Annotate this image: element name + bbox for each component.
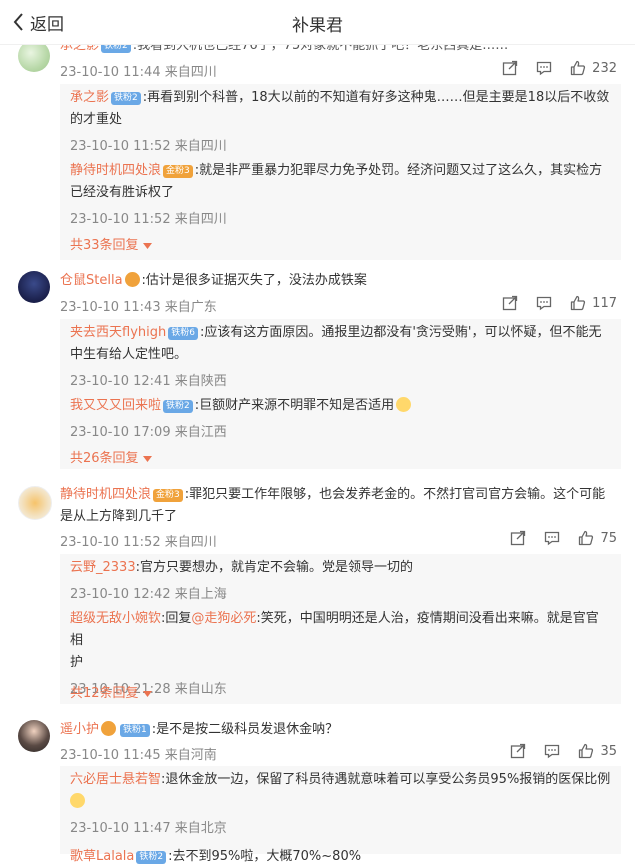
reply-meta: 23-10-10 12:42 来自上海 — [70, 587, 227, 602]
comment-button[interactable] — [544, 743, 560, 759]
reply-username[interactable]: 我又又又回来啦 — [70, 398, 161, 413]
reply-item: 六必居士悬若智:退休金放一边，保留了科员待遇就意味着可以享受公务员95%报销的医… — [70, 772, 611, 836]
share-button[interactable] — [502, 60, 518, 76]
reply-item: 云野_2333:官方只要想办，就肯定不会输。党是领导一切的 23-10-10 1… — [70, 557, 611, 602]
like-count: 232 — [592, 60, 617, 76]
reply-item: 歌草Lalala 铁粉2:去不到95%啦，大概70%~80% — [70, 849, 362, 864]
reply-username[interactable]: 云野_2333 — [70, 560, 136, 575]
reply-username[interactable]: 歌草Lalala — [70, 849, 134, 864]
comment-item: 遥小护 铁粉1:是不是按二级科员发退休金呐？ 23-10-10 11:45 来自河… — [0, 718, 635, 864]
top-bar: 返回 补果君 — [0, 0, 635, 45]
more-replies-link[interactable]: 共26条回复 — [70, 447, 152, 466]
emoji-icon — [70, 793, 85, 808]
thumbs-up-icon — [571, 295, 586, 311]
reply-box: 夹去西天flyhigh 铁粉6:应该有这方面原因。通报里边都没有'贪污受贿'，可以… — [60, 319, 621, 469]
reply-item: 我又又又回来啦 铁粉2:巨额财产来源不明罪不知是否适用 23-10-10 17:0… — [70, 395, 611, 440]
comment-item: 承之影 铁粉2:我看到大机也已经76了，75对象就不能抓了吧？老东西真是…… 23… — [0, 30, 635, 260]
like-count: 75 — [600, 530, 617, 546]
share-icon — [511, 743, 526, 759]
like-count: 35 — [600, 743, 617, 759]
reply-meta: 23-10-10 11:52 来自四川 — [70, 139, 227, 154]
fan-badge: 金粉3 — [153, 489, 183, 502]
fan-badge: 铁粉1 — [120, 724, 150, 737]
comment-icon — [545, 531, 560, 546]
comment-icon — [537, 61, 552, 76]
emoji-icon — [396, 397, 412, 412]
like-button[interactable]: 232 — [570, 60, 617, 76]
reply-username[interactable]: 静待时机四处浪 — [70, 163, 161, 178]
comment-actions: 232 — [484, 60, 617, 76]
thumbs-up-icon — [579, 743, 594, 759]
crown-icon — [101, 721, 117, 736]
comment-text: 静待时机四处浪 金粉3:罪犯只要工作年限够，也会发养老金的。不然打官司官方会输。这… — [60, 487, 606, 524]
reply-box: 承之影 铁粉2:再看到别个科普，18大以前的不知道有好多这种鬼……但是主要是18以… — [60, 84, 621, 260]
reply-box: 云野_2333:官方只要想办，就肯定不会输。党是领导一切的 23-10-10 1… — [60, 554, 621, 704]
comment-text: 遥小护 铁粉1:是不是按二级科员发退休金呐？ — [60, 721, 339, 737]
reply-item: 静待时机四处浪 金粉3:就是非严重暴力犯罪尽力免予处罚。经济问题又过了这么久，其实… — [70, 160, 611, 227]
username[interactable]: 静待时机四处浪 — [60, 487, 151, 502]
more-replies-link[interactable]: 共33条回复 — [70, 234, 152, 253]
avatar[interactable] — [18, 271, 50, 303]
comment-actions: 75 — [492, 530, 617, 546]
username[interactable]: 仓鼠Stella — [60, 273, 123, 288]
reply-username[interactable]: 承之影 — [70, 90, 109, 105]
mention-link[interactable]: @走狗必死 — [191, 611, 256, 626]
comment-button[interactable] — [536, 60, 552, 76]
fan-badge: 铁粉2 — [111, 92, 141, 105]
share-button[interactable] — [510, 743, 526, 759]
avatar[interactable] — [18, 720, 50, 752]
more-replies-link[interactable]: 共12条回复 — [70, 682, 152, 701]
comment-actions: 117 — [484, 295, 617, 311]
comment-meta: 23-10-10 11:52 来自四川 — [60, 535, 217, 550]
like-button[interactable]: 35 — [578, 743, 617, 759]
thumbs-up-icon — [571, 60, 586, 76]
crown-icon — [124, 272, 140, 287]
reply-username[interactable]: 夹去西天flyhigh — [70, 325, 166, 340]
reply-username[interactable]: 超级无敌小婉钦 — [70, 611, 161, 626]
comment-icon — [545, 744, 560, 759]
caret-down-icon — [142, 691, 152, 697]
reply-item: 承之影 铁粉2:再看到别个科普，18大以前的不知道有好多这种鬼……但是主要是18以… — [70, 90, 610, 154]
fan-badge: 铁粉2 — [163, 400, 193, 413]
comment-actions: 35 — [492, 743, 617, 759]
comment-item: 静待时机四处浪 金粉3:罪犯只要工作年限够，也会发养老金的。不然打官司官方会输。这… — [0, 480, 635, 710]
comment-meta: 23-10-10 11:45 来自河南 — [60, 748, 217, 763]
comment-button[interactable] — [544, 530, 560, 546]
fan-badge: 铁粉2 — [136, 851, 167, 864]
caret-down-icon — [142, 456, 152, 462]
share-button[interactable] — [502, 295, 518, 311]
thumbs-up-icon — [579, 530, 594, 546]
reply-meta: 23-10-10 17:09 来自江西 — [70, 425, 227, 440]
comment-icon — [537, 296, 552, 311]
reply-meta: 23-10-10 12:41 来自陕西 — [70, 374, 227, 389]
like-button[interactable]: 117 — [570, 295, 617, 311]
like-button[interactable]: 75 — [578, 530, 617, 546]
comment-text: 仓鼠Stella:估计是很多证据灭失了，没法办成铁案 — [60, 272, 367, 288]
caret-down-icon — [142, 243, 152, 249]
reply-box: 六必居士悬若智:退休金放一边，保留了科员待遇就意味着可以享受公务员95%报销的医… — [60, 766, 621, 864]
share-icon — [503, 60, 518, 76]
page-title: 补果君 — [292, 16, 343, 36]
comment-button[interactable] — [536, 295, 552, 311]
reply-meta: 23-10-10 11:47 来自北京 — [70, 821, 227, 836]
avatar[interactable] — [18, 486, 52, 520]
comment-meta: 23-10-10 11:43 来自广东 — [60, 300, 217, 315]
reply-item: 夹去西天flyhigh 铁粉6:应该有这方面原因。通报里边都没有'贪污受贿'，可以… — [70, 322, 611, 389]
share-button[interactable] — [510, 530, 526, 546]
reply-username[interactable]: 六必居士悬若智 — [70, 772, 161, 787]
fan-badge: 铁粉6 — [168, 327, 198, 340]
username[interactable]: 遥小护 — [60, 722, 99, 737]
comment-meta: 23-10-10 11:44 来自四川 — [60, 65, 217, 80]
fan-badge: 金粉3 — [163, 165, 193, 178]
reply-meta: 23-10-10 11:52 来自四川 — [70, 212, 227, 227]
share-icon — [511, 530, 526, 546]
share-icon — [503, 295, 518, 311]
like-count: 117 — [592, 295, 617, 311]
comment-item: 仓鼠Stella:估计是很多证据灭失了，没法办成铁案 23-10-10 11:4… — [0, 265, 635, 475]
